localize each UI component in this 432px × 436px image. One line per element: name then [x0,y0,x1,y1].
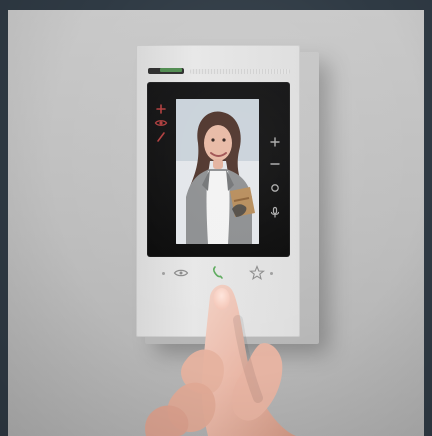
lighting-vignette [0,0,432,436]
intercom-photo-scene [0,0,432,436]
